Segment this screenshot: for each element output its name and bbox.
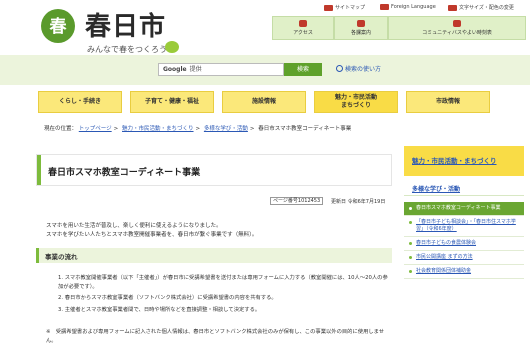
text-size-link[interactable]: 文字サイズ・配色の変更: [448, 4, 514, 11]
bus-timetable-button[interactable]: コミュニティバスやよい時刻表: [388, 16, 526, 40]
nav-item-facilities[interactable]: 施設情報: [222, 91, 306, 113]
search-button[interactable]: 検索: [284, 63, 322, 76]
sitemap-link[interactable]: サイトマップ: [324, 4, 365, 11]
departments-button[interactable]: 各課案内: [334, 16, 388, 40]
svg-text:春: 春: [50, 16, 67, 37]
updated-date: 更新日 令和6年7月19日: [331, 199, 386, 205]
sidebar-links: 春日市スマホ教室コーディネート事業 「春日市子ども相談会」・「春日市住スマホ学習…: [404, 202, 524, 279]
page-meta: ページ番号1012453 更新日 令和6年7月19日: [36, 197, 392, 207]
site-title: 春日市: [85, 12, 167, 42]
google-brand: Google: [163, 66, 187, 73]
text-size-icon: [448, 4, 457, 11]
page-id: ページ番号1012453: [270, 197, 324, 205]
search-input[interactable]: Google 提供: [158, 63, 284, 76]
nav-item-city-info[interactable]: 市政情報: [406, 91, 490, 113]
spring-mascot-icon: [165, 41, 179, 53]
search-bar: Google 提供 検索 検索の使い方: [0, 55, 530, 85]
list-item: 2. 春日市からスマホ教室事業者（ソフトバンク株式会社）に受講希望書の内容を共有…: [58, 295, 277, 301]
nav-item-community[interactable]: 魅力・市民活動 まちづくり: [314, 91, 398, 113]
city-emblem-icon: 春: [41, 9, 75, 43]
breadcrumb-home[interactable]: トップページ: [79, 126, 112, 132]
breadcrumb: 現在の位置： トップページ > 魅力・市民活動・まちづくり > 多様な学び・活動 > …: [44, 126, 352, 132]
top-links: サイトマップ Foreign Language 文字サイズ・配色の変更: [288, 4, 528, 16]
sidebar-item-lecture[interactable]: 市民公開講座 まずの方法: [404, 251, 524, 265]
sidebar-item-smartphone-class[interactable]: 春日市スマホ教室コーディネート事業: [404, 202, 524, 216]
help-icon: [336, 65, 343, 72]
breadcrumb-community[interactable]: 魅力・市民活動・まちづくり: [122, 126, 194, 132]
steps-list: 1. スマホ教室開催事業者（以下「主催者」）が春日市に受講希望書を送付または専用…: [58, 274, 388, 317]
foreign-language-link[interactable]: Foreign Language: [380, 4, 436, 10]
list-item: 3. 主催者とスマホ教室事業者間で、日時や場所などを直接調整・相談して決定する。: [58, 306, 261, 313]
sidebar-subheading[interactable]: 多様な学び・活動: [404, 184, 524, 196]
bus-icon: [453, 20, 461, 27]
sitemap-icon: [324, 4, 333, 11]
section-heading: 事業の流れ: [36, 248, 392, 263]
nav-item-living[interactable]: くらし・手続き: [38, 91, 122, 113]
list-item: 1. スマホ教室開催事業者（以下「主催者」）が春日市に受講希望書を送付または専用…: [58, 275, 388, 290]
sidebar-heading[interactable]: 魅力・市民活動・まちづくり: [404, 146, 524, 176]
privacy-note: ※ 受講希望書および専用フォームに記入された個人情報は、春日市とソフトバンク株式…: [46, 329, 385, 344]
intro-text: スマホを用いた生活が普及し、楽しく便利に使えるようになりました。 スマホを学びた…: [46, 223, 258, 238]
breadcrumb-current: 春日市スマホ教室コーディネート事業: [258, 126, 352, 132]
map-pin-icon: [299, 20, 307, 27]
global-nav: くらし・手続き 子育て・健康・福祉 施設情報 魅力・市民活動 まちづくり 市政情…: [0, 85, 530, 119]
title-accent-bar: [37, 155, 41, 185]
access-button[interactable]: アクセス: [272, 16, 334, 40]
sidebar-item-subsidy[interactable]: 社会教育関係団体補助金: [404, 265, 524, 279]
site-logo[interactable]: 春 春日市 みんなで春をつくろう: [41, 8, 191, 56]
site-tagline: みんなで春をつくろう: [87, 45, 167, 54]
main-content: 春日市スマホ教室コーディネート事業 ページ番号1012453 更新日 令和6年7…: [36, 140, 392, 350]
sidebar-item-farming[interactable]: 春日市子どもの食農体験会: [404, 237, 524, 251]
globe-icon: [380, 4, 389, 10]
building-icon: [357, 20, 365, 27]
nav-item-childcare[interactable]: 子育て・健康・福祉: [130, 91, 214, 113]
breadcrumb-learning[interactable]: 多様な学び・活動: [204, 126, 248, 132]
sidebar-item-consultation[interactable]: 「春日市子ども相談会」・「春日市住スマホ学習」（令和6年度）: [404, 216, 524, 237]
search-help-link[interactable]: 検索の使い方: [336, 64, 381, 73]
page-title: 春日市スマホ教室コーディネート事業: [48, 168, 201, 178]
page-title-box: 春日市スマホ教室コーディネート事業: [36, 154, 392, 186]
